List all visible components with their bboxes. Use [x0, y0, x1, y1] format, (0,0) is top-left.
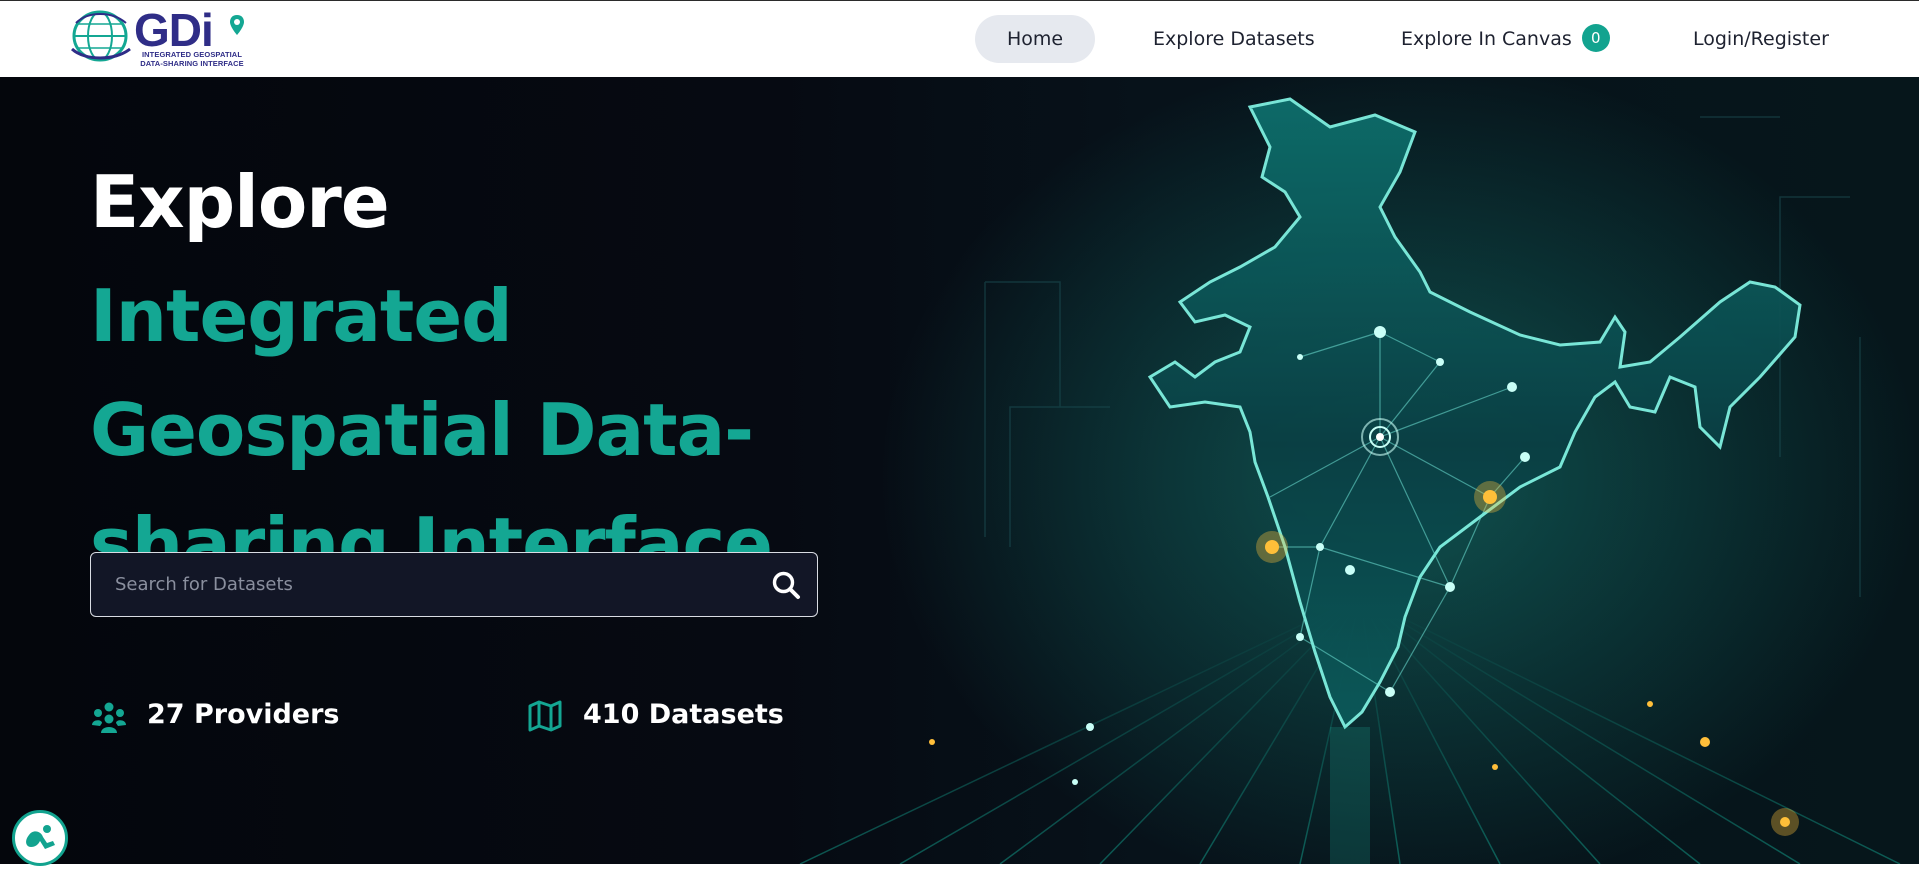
nav-home[interactable]: Home: [975, 15, 1095, 63]
top-navbar: GDi INTEGRATED GEOSPATIAL DATA-SHARING I…: [0, 0, 1919, 77]
nav-explore-datasets[interactable]: Explore Datasets: [1153, 15, 1315, 63]
logo-wordmark: GDi: [134, 4, 214, 56]
search-icon[interactable]: [771, 570, 801, 600]
logo-subtitle: INTEGRATED GEOSPATIAL DATA-SHARING INTER…: [132, 50, 252, 68]
hero-title: Explore Integrated Geospatial Data-shari…: [90, 145, 830, 601]
page-bottom-edge: [0, 864, 1919, 871]
users-group-icon: [92, 702, 126, 733]
accessibility-assistant-button[interactable]: [12, 810, 68, 866]
nav-explore-in-canvas[interactable]: Explore In Canvas 0: [1401, 15, 1610, 63]
map-icon: [528, 700, 562, 732]
nav-explore-in-canvas-label: Explore In Canvas: [1401, 28, 1572, 50]
location-pin-icon: [230, 15, 244, 35]
providers-count: 27 Providers: [147, 699, 340, 730]
gdi-logo[interactable]: GDi INTEGRATED GEOSPATIAL DATA-SHARING I…: [70, 4, 252, 69]
logo-subtitle-line2: DATA-SHARING INTERFACE: [140, 58, 244, 68]
nav-login-register[interactable]: Login/Register: [1693, 15, 1829, 63]
accessibility-icon: [26, 825, 55, 849]
dataset-search-input[interactable]: [115, 553, 735, 615]
datasets-count: 410 Datasets: [583, 699, 784, 730]
dataset-search-bar: [90, 552, 818, 617]
hero-section: Explore Integrated Geospatial Data-shari…: [0, 77, 1919, 864]
globe-logo-icon: [70, 10, 131, 62]
canvas-count-badge: 0: [1581, 23, 1610, 52]
hero-title-explore: Explore: [90, 160, 390, 244]
hero-title-highlight: Integrated Geospatial Data-sharing Inter…: [90, 274, 773, 586]
